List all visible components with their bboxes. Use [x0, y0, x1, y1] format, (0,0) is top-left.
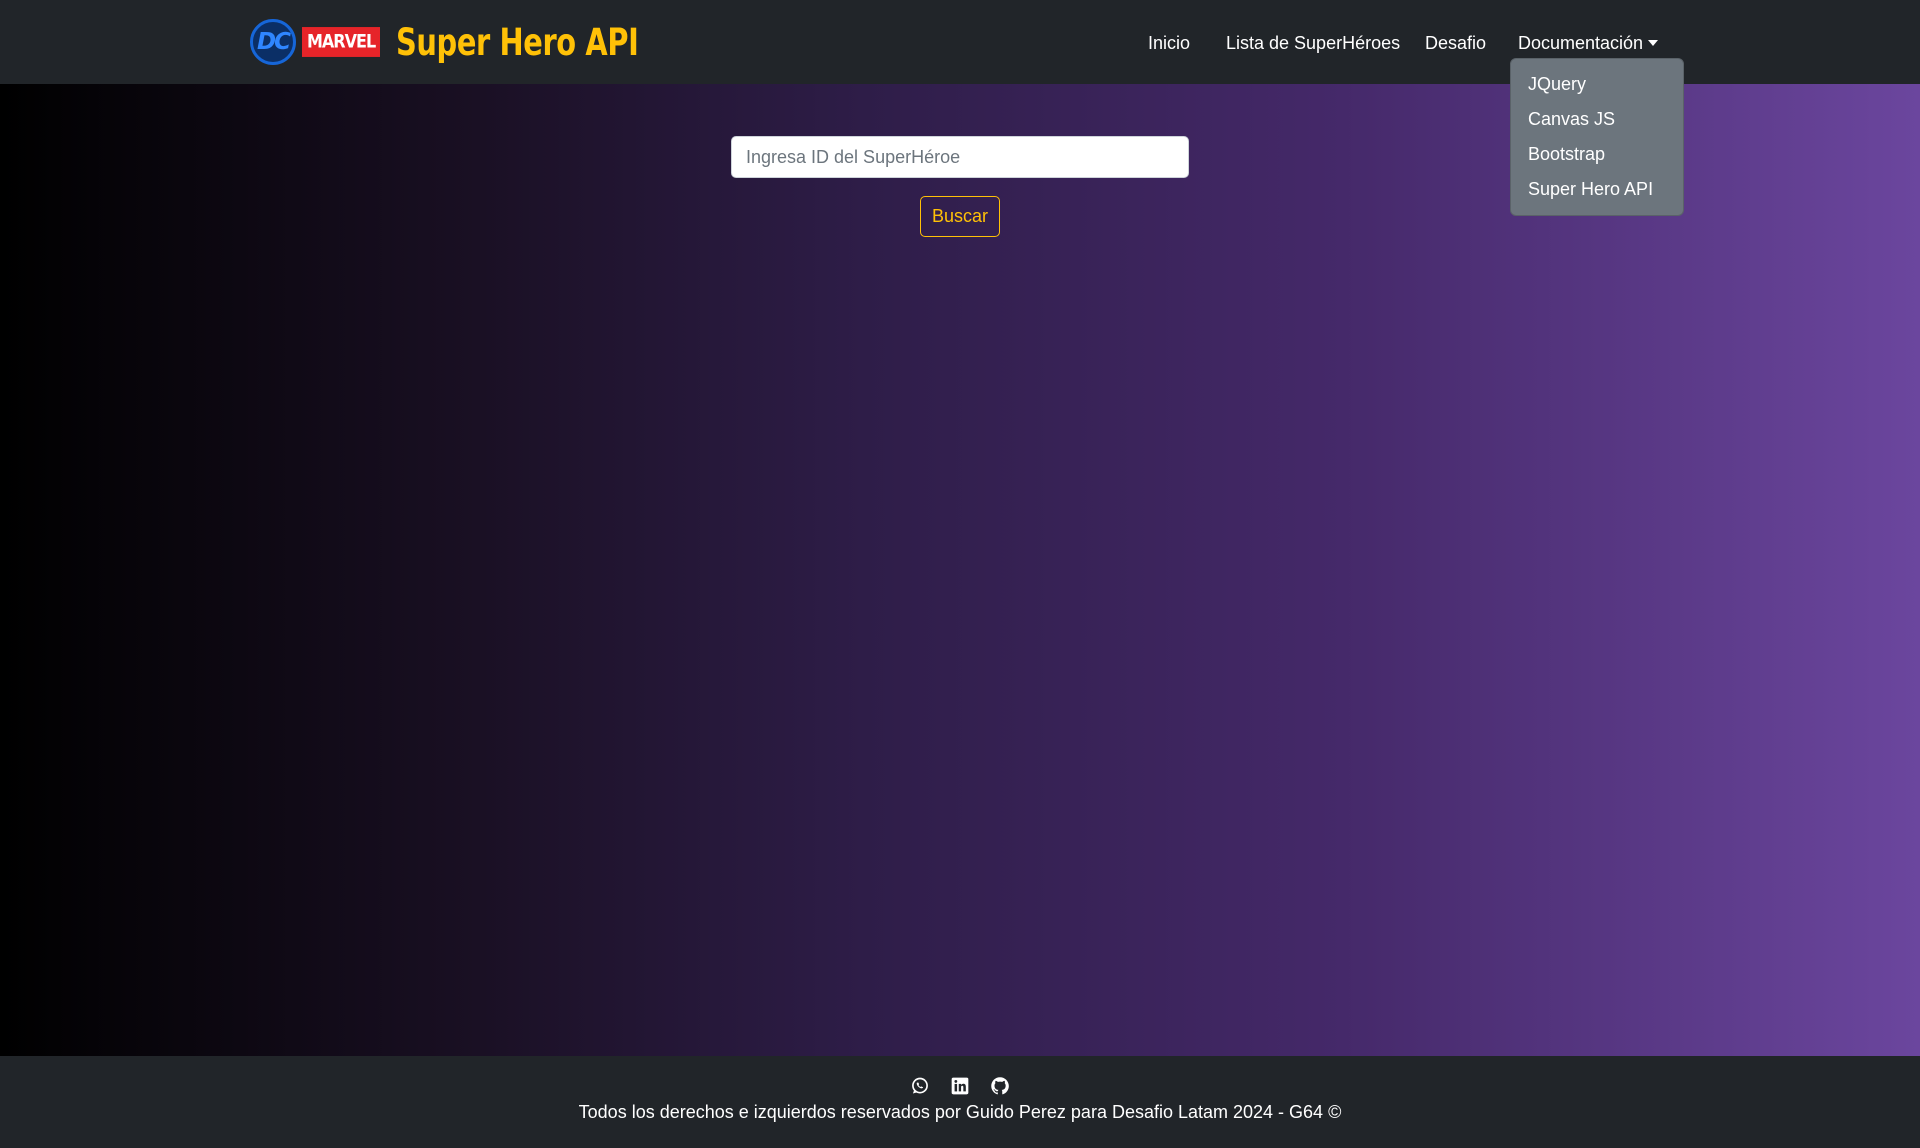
whatsapp-icon[interactable]: [910, 1076, 930, 1096]
dropdown-item-canvas-js[interactable]: Canvas JS: [1511, 102, 1683, 137]
linkedin-icon[interactable]: [950, 1076, 970, 1096]
dropdown-item-super-hero-api[interactable]: Super Hero API: [1511, 172, 1683, 207]
caret-down-icon: [1648, 40, 1659, 46]
footer: Todos los derechos e izquierdos reservad…: [0, 1056, 1920, 1148]
nav-item-lista-superheroes[interactable]: Lista de SuperHéroes: [1226, 28, 1400, 58]
documentacion-dropdown-menu: JQuery Canvas JS Bootstrap Super Hero AP…: [1510, 58, 1684, 216]
navbar: DC MARVEL Super Hero API Inicio Lista de…: [0, 0, 1920, 216]
dc-logo-text: DC: [257, 29, 291, 55]
superhero-id-input[interactable]: [731, 136, 1189, 178]
github-icon[interactable]: [990, 1076, 1010, 1096]
dc-logo-icon: DC: [250, 19, 296, 65]
footer-copyright-text: Todos los derechos e izquierdos reservad…: [578, 1102, 1342, 1122]
dropdown-item-jquery[interactable]: JQuery: [1511, 67, 1683, 102]
search-button[interactable]: Buscar: [920, 196, 1000, 237]
brand[interactable]: DC MARVEL Super Hero API: [250, 18, 707, 66]
nav-item-desafio[interactable]: Desafio: [1425, 28, 1486, 58]
footer-social-icons: [0, 1076, 1920, 1100]
marvel-logo-icon: MARVEL: [302, 27, 381, 57]
marvel-logo-text: MARVEL: [307, 30, 376, 53]
nav-item-inicio[interactable]: Inicio: [1148, 28, 1190, 58]
main-content: Buscar: [0, 84, 1920, 1056]
nav-item-documentacion-label: Documentación: [1518, 33, 1644, 53]
dropdown-item-bootstrap[interactable]: Bootstrap: [1511, 137, 1683, 172]
brand-title: Super Hero API: [396, 20, 639, 64]
nav-item-documentacion[interactable]: Documentación: [1518, 28, 1659, 58]
